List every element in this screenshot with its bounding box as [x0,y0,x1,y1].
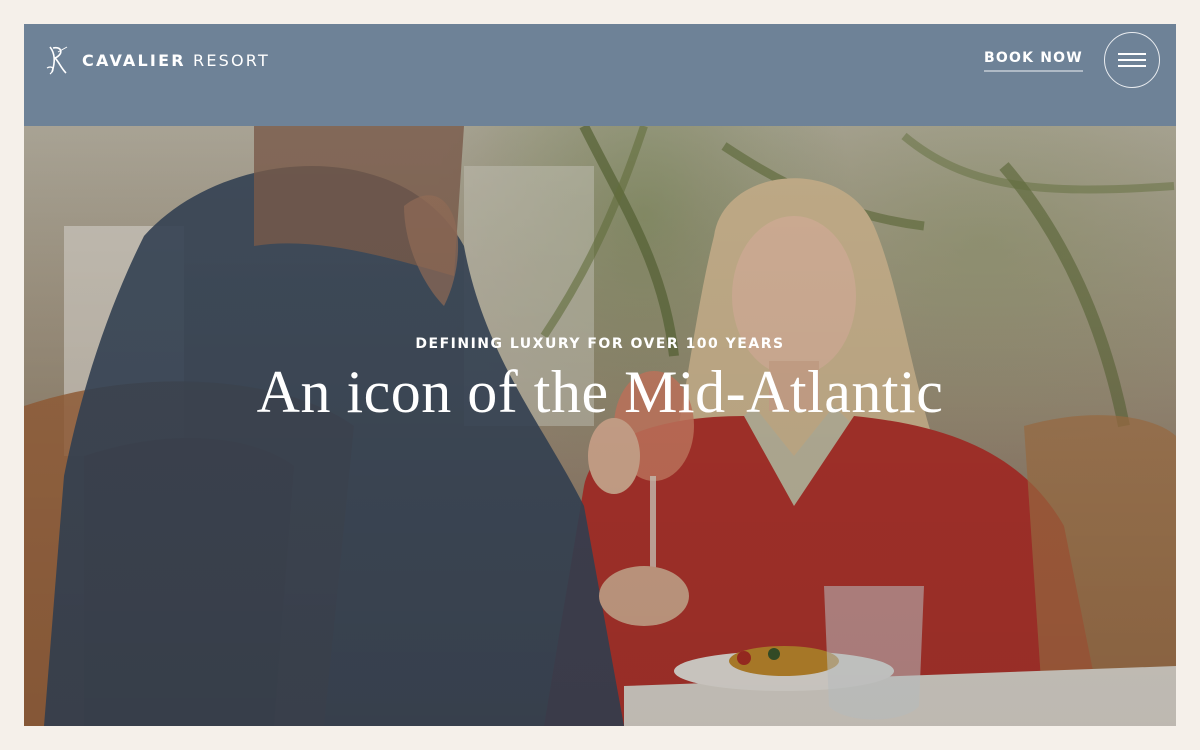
book-now-link[interactable]: BOOK NOW [984,50,1083,72]
hero-section: DEFINING LUXURY FOR OVER 100 YEARS An ic… [24,126,1176,726]
hamburger-icon [1118,53,1146,55]
page-frame: CAVALIER RESORT BOOK NOW DEFINING LUXURY… [24,24,1176,726]
logo-light-text: RESORT [193,50,270,70]
logo-link[interactable]: CAVALIER RESORT [44,44,270,76]
hamburger-icon [1118,65,1146,67]
logo-bold-text: CAVALIER [82,50,186,70]
hero-eyebrow: DEFINING LUXURY FOR OVER 100 YEARS [415,336,785,352]
menu-button[interactable] [1104,32,1160,88]
site-header: CAVALIER RESORT BOOK NOW [24,24,1176,126]
hero-title: An icon of the Mid-Atlantic [256,359,944,425]
logo-wordmark: CAVALIER RESORT [82,51,270,70]
hamburger-icon [1118,59,1146,61]
cavalier-monogram-icon [46,46,68,75]
